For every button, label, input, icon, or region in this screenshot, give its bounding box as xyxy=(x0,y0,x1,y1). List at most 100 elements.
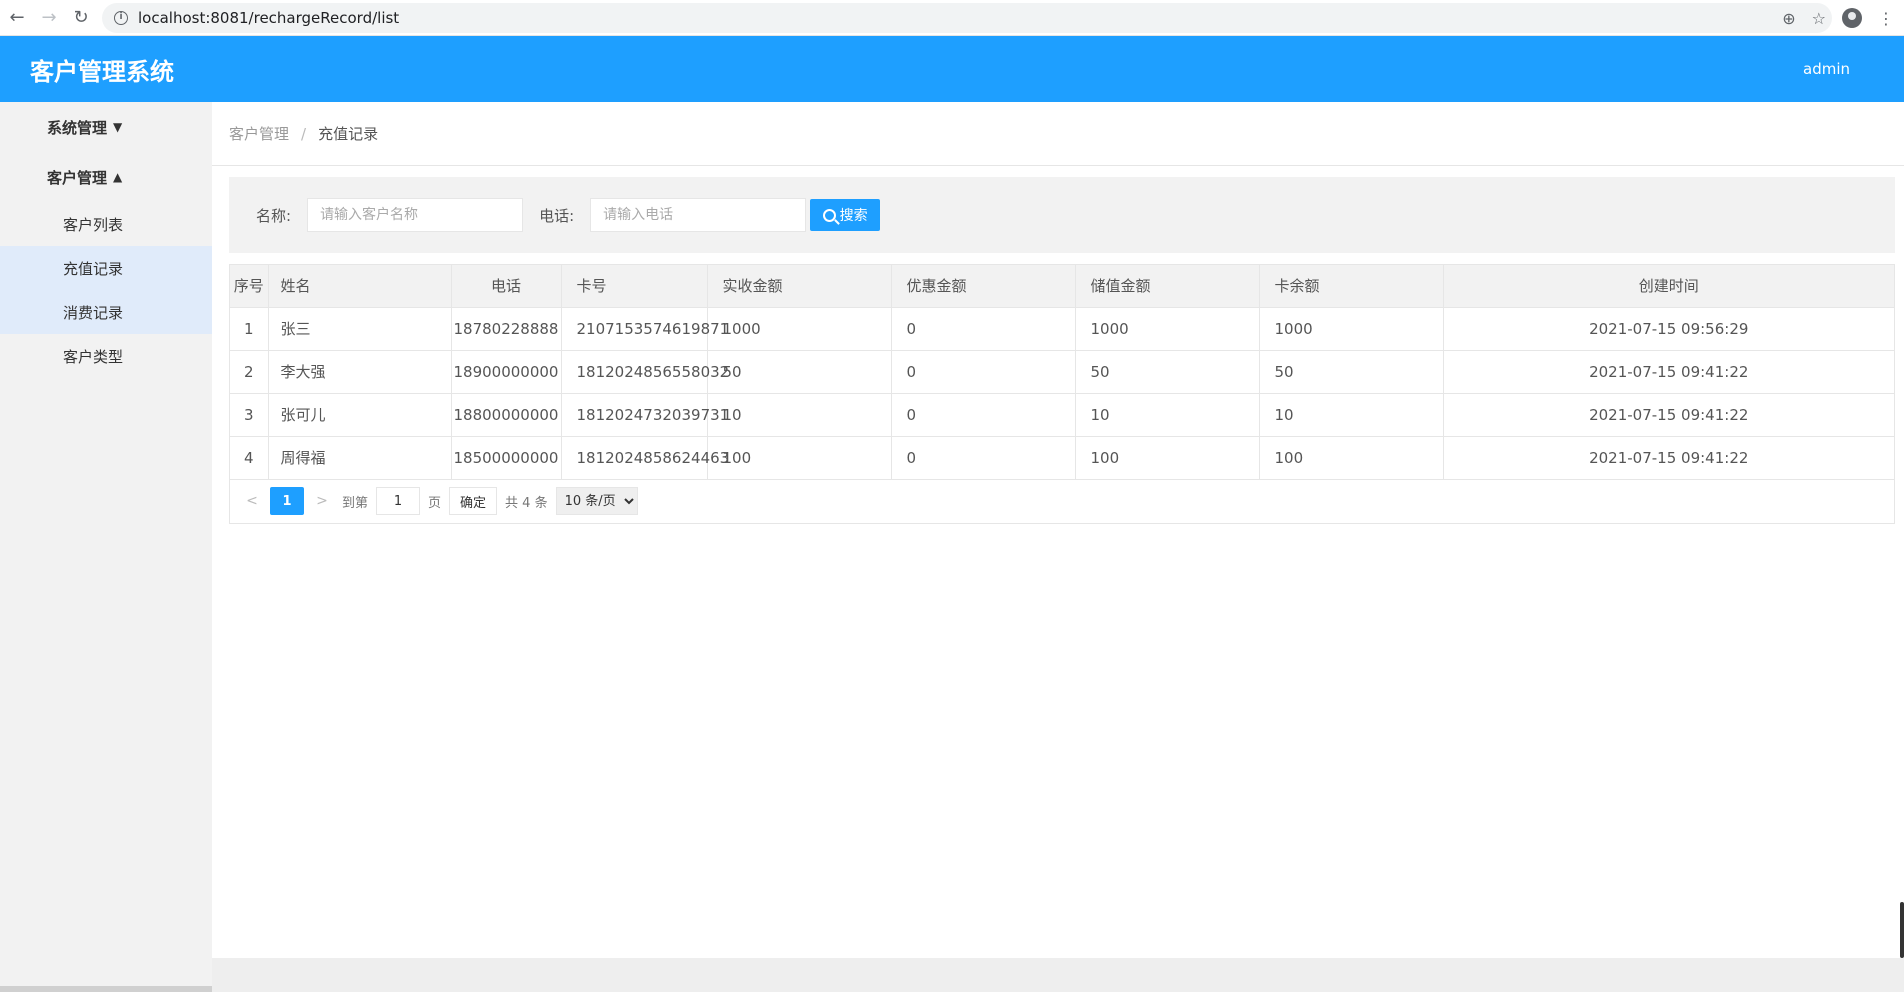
cell-stored: 1000 xyxy=(1075,307,1260,351)
cell-name: 张可儿 xyxy=(268,393,452,437)
cell-received: 10 xyxy=(707,393,892,437)
column-header: 卡号 xyxy=(561,265,708,308)
cell-card-no: 2107153574619871 xyxy=(561,307,729,351)
cell-name: 张三 xyxy=(268,307,452,351)
goto-page-input[interactable] xyxy=(376,487,421,515)
recharge-table: 序号 姓名 电话 卡号 实收金额 优惠金额 储值金额 卡余额 创建时间 1 张三… xyxy=(229,264,1895,524)
cell-balance: 10 xyxy=(1259,393,1444,437)
cell-stored: 10 xyxy=(1075,393,1260,437)
cell-created: 2021-07-15 09:41:22 xyxy=(1443,350,1894,394)
cell-index: 1 xyxy=(230,307,269,351)
page-size-select[interactable]: 10 条/页 xyxy=(555,487,638,515)
cell-discount: 0 xyxy=(891,350,1076,394)
prev-page-icon[interactable]: < xyxy=(240,493,264,509)
back-icon[interactable]: ← xyxy=(2,3,32,33)
cell-index: 3 xyxy=(230,393,269,437)
cell-name: 李大强 xyxy=(268,350,452,394)
sidebar: 系统管理 ▼ 客户管理 ▲ 客户列表 充值记录 消费记录 客户类型 xyxy=(0,102,212,992)
info-icon[interactable]: i xyxy=(114,10,128,25)
phone-search-input[interactable] xyxy=(590,198,807,232)
total-count: 共 4 条 xyxy=(505,495,548,511)
table-row[interactable]: 4 周得福 18500000000 1812024858624463 100 0… xyxy=(230,436,1894,480)
cell-received: 100 xyxy=(707,436,892,480)
cell-card-no: 1812024732039731 xyxy=(561,393,729,437)
url-text[interactable]: localhost:8081/rechargeRecord/list xyxy=(138,9,399,27)
name-label: 名称: xyxy=(256,206,292,225)
column-header: 序号 xyxy=(230,265,269,308)
sidebar-group-label: 系统管理 xyxy=(47,118,108,137)
cell-balance: 100 xyxy=(1259,436,1444,480)
cell-index: 4 xyxy=(230,436,269,480)
sidebar-item-consume-record[interactable]: 消费记录 xyxy=(0,290,212,334)
next-page-icon[interactable]: > xyxy=(310,493,334,509)
sidebar-item-recharge-record[interactable]: 充值记录 xyxy=(0,246,212,290)
cell-balance: 50 xyxy=(1259,350,1444,394)
cell-created: 2021-07-15 09:41:22 xyxy=(1443,393,1894,437)
cell-card-no: 1812024856558032 xyxy=(561,350,729,394)
cell-phone: 18900000000 xyxy=(451,350,562,394)
user-name[interactable]: admin xyxy=(1803,60,1850,78)
table-row[interactable]: 1 张三 18780228888 2107153574619871 1000 0… xyxy=(230,307,1894,351)
cell-received: 50 xyxy=(707,350,892,394)
pagination: < 1 > 到第 页 确定 共 4 条 10 条/页 xyxy=(230,480,1894,523)
column-header: 储值金额 xyxy=(1075,265,1260,308)
column-header: 姓名 xyxy=(268,265,452,308)
footer-bar xyxy=(212,958,1904,992)
search-icon xyxy=(822,208,836,222)
page-number-current[interactable]: 1 xyxy=(270,487,304,515)
search-button[interactable]: 搜索 xyxy=(810,199,881,231)
sidebar-item-customer-type[interactable]: 客户类型 xyxy=(0,334,212,378)
zoom-icon[interactable]: ⊕ xyxy=(1782,9,1795,28)
cell-stored: 100 xyxy=(1075,436,1260,480)
cell-stored: 50 xyxy=(1075,350,1260,394)
cell-phone: 18800000000 xyxy=(451,393,562,437)
profile-avatar-icon[interactable] xyxy=(1842,8,1862,28)
chevron-up-icon: ▲ xyxy=(113,170,123,184)
breadcrumb-parent[interactable]: 客户管理 xyxy=(229,123,289,144)
cell-created: 2021-07-15 09:56:29 xyxy=(1443,307,1894,351)
main-content: 客户管理 / 充值记录 名称: 电话: 搜索 序号 姓名 电话 卡号 xyxy=(212,102,1904,992)
cell-balance: 1000 xyxy=(1259,307,1444,351)
cell-card-no: 1812024858624463 xyxy=(561,436,729,480)
goto-label: 到第 xyxy=(342,495,369,511)
cell-index: 2 xyxy=(230,350,269,394)
search-button-label: 搜索 xyxy=(839,208,868,224)
browser-toolbar: ← → ↻ i localhost:8081/rechargeRecord/li… xyxy=(0,0,1904,36)
breadcrumb-separator: / xyxy=(301,124,307,143)
sidebar-group-label: 客户管理 xyxy=(47,168,108,187)
cell-received: 1000 xyxy=(707,307,892,351)
app-logo-title: 客户管理系统 xyxy=(30,57,174,86)
table-row[interactable]: 3 张可儿 18800000000 1812024732039731 10 0 … xyxy=(230,393,1894,437)
phone-label: 电话: xyxy=(539,206,575,225)
reload-icon[interactable]: ↻ xyxy=(66,3,96,33)
table-header-row: 序号 姓名 电话 卡号 实收金额 优惠金额 储值金额 卡余额 创建时间 xyxy=(230,265,1894,308)
search-panel: 名称: 电话: 搜索 xyxy=(229,177,1895,253)
cell-phone: 18780228888 xyxy=(451,307,562,351)
cell-discount: 0 xyxy=(891,393,1076,437)
chevron-down-icon: ▼ xyxy=(113,120,123,134)
page-unit-label: 页 xyxy=(428,495,442,511)
column-header: 卡余额 xyxy=(1259,265,1444,308)
column-header: 创建时间 xyxy=(1443,265,1894,308)
column-header: 电话 xyxy=(451,265,562,308)
cell-name: 周得福 xyxy=(268,436,452,480)
scrollbar-thumb[interactable] xyxy=(1900,902,1904,958)
column-header: 优惠金额 xyxy=(891,265,1076,308)
cell-discount: 0 xyxy=(891,436,1076,480)
forward-icon[interactable]: → xyxy=(34,3,64,33)
sidebar-group-system[interactable]: 系统管理 ▼ xyxy=(0,102,212,152)
browser-menu-icon[interactable]: ⋮ xyxy=(1878,9,1894,28)
breadcrumb-current: 充值记录 xyxy=(318,125,379,143)
table-row[interactable]: 2 李大强 18900000000 1812024856558032 50 0 … xyxy=(230,350,1894,394)
goto-confirm-button[interactable]: 确定 xyxy=(449,487,498,515)
sidebar-group-customer[interactable]: 客户管理 ▲ xyxy=(0,152,212,202)
cell-phone: 18500000000 xyxy=(451,436,562,480)
address-bar[interactable]: i localhost:8081/rechargeRecord/list xyxy=(102,2,1832,33)
sidebar-item-customer-list[interactable]: 客户列表 xyxy=(0,202,212,246)
bookmark-star-icon[interactable]: ☆ xyxy=(1812,9,1826,28)
column-header: 实收金额 xyxy=(707,265,892,308)
status-bar-fragment xyxy=(0,986,212,992)
name-search-input[interactable] xyxy=(307,198,524,232)
breadcrumb: 客户管理 / 充值记录 xyxy=(212,102,1904,166)
cell-created: 2021-07-15 09:41:22 xyxy=(1443,436,1894,480)
